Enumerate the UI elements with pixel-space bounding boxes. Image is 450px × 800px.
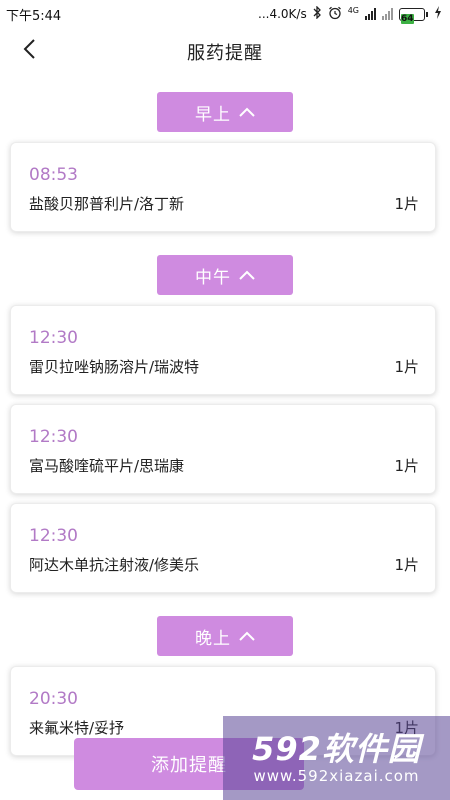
reminder-card[interactable]: 12:30 雷贝拉唑钠肠溶片/瑞波特 1片 xyxy=(10,305,436,395)
chevron-up-icon xyxy=(239,631,255,641)
status-time: 下午5:44 xyxy=(6,8,62,24)
reminder-time: 12:30 xyxy=(29,328,78,348)
status-icons: ...4.0K/s 4G 64 xyxy=(258,5,442,24)
section-label: 晚上 xyxy=(195,628,231,649)
header: 服药提醒 xyxy=(0,30,450,74)
reminder-drug: 阿达木单抗注射液/修美乐 xyxy=(29,556,200,574)
watermark-url: www.592xiazai.com xyxy=(253,767,420,785)
reminder-card[interactable]: 12:30 富马酸喹硫平片/思瑞康 1片 xyxy=(10,404,436,494)
reminder-dose: 1片 xyxy=(394,195,419,213)
signal-icon-2 xyxy=(382,8,393,20)
reminder-dose: 1片 xyxy=(394,457,419,475)
alarm-icon xyxy=(328,6,342,23)
reminder-drug: 雷贝拉唑钠肠溶片/瑞波特 xyxy=(29,358,200,376)
section-toggle-morning[interactable]: 早上 xyxy=(157,92,293,132)
chevron-up-icon xyxy=(239,270,255,280)
reminder-dose: 1片 xyxy=(394,358,419,376)
reminder-drug: 盐酸贝那普利片/洛丁新 xyxy=(29,195,185,213)
reminder-time: 12:30 xyxy=(29,427,78,447)
section-toggle-noon[interactable]: 中午 xyxy=(157,255,293,295)
page-title: 服药提醒 xyxy=(187,43,263,64)
battery-level: 64 xyxy=(401,13,414,24)
back-button[interactable] xyxy=(14,36,44,66)
reminder-drug: 富马酸喹硫平片/思瑞康 xyxy=(29,457,185,475)
status-bar: 下午5:44 ...4.0K/s 4G 64 xyxy=(0,0,450,28)
reminder-time: 20:30 xyxy=(29,689,78,709)
reminder-card[interactable]: 08:53 盐酸贝那普利片/洛丁新 1片 xyxy=(10,142,436,232)
back-arrow-icon xyxy=(22,38,36,64)
watermark-logo: 592软件园 xyxy=(252,730,421,768)
charging-icon xyxy=(434,6,442,22)
reminder-card[interactable]: 12:30 阿达木单抗注射液/修美乐 1片 xyxy=(10,503,436,593)
reminder-dose: 1片 xyxy=(394,556,419,574)
signal-icon xyxy=(365,8,376,20)
bluetooth-icon xyxy=(313,5,322,22)
section-label: 早上 xyxy=(195,104,231,125)
reminder-drug: 来氟米特/妥抒 xyxy=(29,719,125,737)
watermark: 592软件园 www.592xiazai.com xyxy=(223,716,450,800)
reminder-time: 08:53 xyxy=(29,165,78,185)
chevron-up-icon xyxy=(239,107,255,117)
section-label: 中午 xyxy=(195,267,231,288)
reminder-time: 12:30 xyxy=(29,526,78,546)
network-type: 4G xyxy=(347,5,359,15)
battery-icon: 64 xyxy=(399,7,428,24)
add-reminder-label: 添加提醒 xyxy=(151,755,227,776)
network-speed: ...4.0K/s xyxy=(258,7,307,21)
section-toggle-evening[interactable]: 晚上 xyxy=(157,616,293,656)
